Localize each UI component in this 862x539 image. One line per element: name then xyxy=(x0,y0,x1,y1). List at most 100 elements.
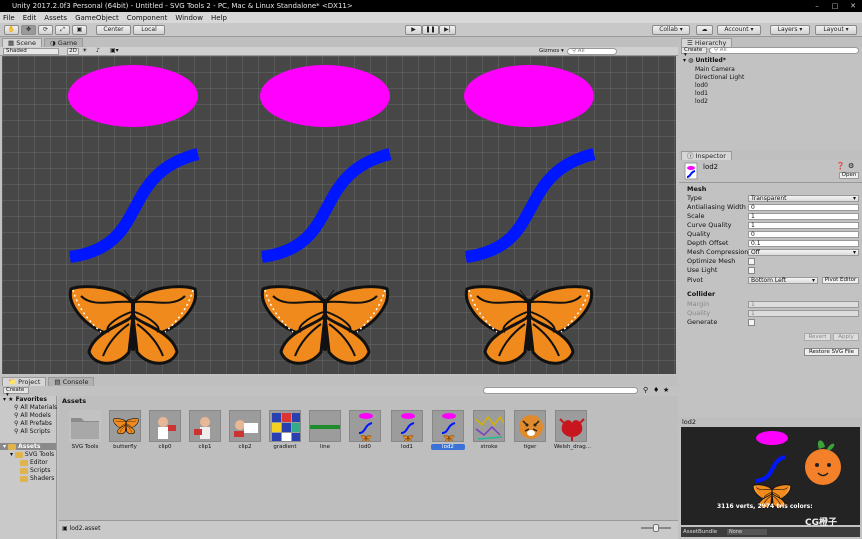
mesh-compression-dropdown[interactable]: Off ▾ xyxy=(748,249,859,256)
project-search-input[interactable] xyxy=(483,387,638,394)
favorite-item[interactable]: ⚲ All Scripts xyxy=(14,428,50,435)
effects-toggle-icon[interactable]: ▣▾ xyxy=(110,48,124,55)
curve-lod0[interactable] xyxy=(69,148,200,263)
cloud-icon[interactable]: ☁ xyxy=(696,25,713,35)
butterfly-lod1[interactable] xyxy=(260,285,390,365)
asset-item[interactable]: gradient xyxy=(268,410,302,450)
quality-field[interactable]: 0 xyxy=(748,231,859,238)
tab-scene[interactable]: ▦ Scene xyxy=(2,38,43,47)
minimize-icon[interactable]: – xyxy=(808,0,826,12)
curve-quality-field[interactable]: 1 xyxy=(748,222,859,229)
asset-item[interactable]: butterfly xyxy=(108,410,142,450)
scale-tool-icon[interactable]: ⤢ xyxy=(55,25,70,35)
hierarchy-item[interactable]: Directional Light xyxy=(695,74,744,81)
assets-root-node[interactable]: ▾ Assets xyxy=(0,443,56,450)
filter-label-icon[interactable]: ♦ xyxy=(653,386,659,394)
scene-viewport[interactable] xyxy=(2,56,676,374)
asset-item[interactable]: stroke xyxy=(472,410,506,450)
shading-dropdown[interactable]: Shaded xyxy=(3,48,59,55)
hierarchy-search-input[interactable]: ⚲ All xyxy=(709,47,859,54)
asset-item[interactable]: tiger xyxy=(513,410,547,450)
asset-item[interactable]: clip0 xyxy=(148,410,182,450)
menu-assets[interactable]: Assets xyxy=(44,14,67,22)
menu-edit[interactable]: Edit xyxy=(23,14,37,22)
lighting-toggle-icon[interactable]: ☀ xyxy=(82,48,94,55)
thumbnail-size-slider[interactable] xyxy=(641,524,671,532)
ellipse-lod0[interactable] xyxy=(68,65,198,127)
tab-console[interactable]: ▤ Console xyxy=(48,377,95,386)
depth-offset-field[interactable]: 0.1 xyxy=(748,240,859,247)
maximize-icon[interactable]: □ xyxy=(826,0,844,12)
antialiasing-field[interactable]: 0 xyxy=(748,204,859,211)
tab-project[interactable]: 📁 Project xyxy=(2,377,47,386)
favorites-node[interactable]: ▾ ★ Favorites xyxy=(3,396,47,403)
asset-item[interactable]: line xyxy=(308,410,342,450)
menu-help[interactable]: Help xyxy=(211,14,227,22)
pivot-editor-button[interactable]: Pivot Editor xyxy=(822,277,859,284)
butterfly-lod2[interactable] xyxy=(464,285,594,365)
hierarchy-item[interactable]: lod2 xyxy=(695,98,708,105)
type-dropdown[interactable]: Transparent ▾ xyxy=(748,195,859,202)
tree-folder[interactable]: Editor xyxy=(20,459,48,466)
pause-button[interactable]: ❚❚ xyxy=(422,25,439,35)
layout-button[interactable]: Layout ▾ xyxy=(815,25,857,35)
revert-button[interactable]: Revert xyxy=(804,333,831,341)
pivot-local-button[interactable]: Local xyxy=(133,25,165,35)
menu-file[interactable]: File xyxy=(3,14,15,22)
project-create-button[interactable]: Create ▾ xyxy=(3,387,29,398)
asset-item[interactable]: lod0 xyxy=(348,410,382,450)
menu-component[interactable]: Component xyxy=(127,14,168,22)
settings-icon[interactable]: ⚙ xyxy=(848,162,854,170)
asset-item-selected[interactable]: lod2 xyxy=(431,410,465,450)
ellipse-lod1[interactable] xyxy=(260,65,390,127)
hierarchy-item[interactable]: Main Camera xyxy=(695,66,735,73)
asset-item[interactable]: Welsh_drag... xyxy=(554,410,591,450)
tree-folder[interactable]: ▾ SVG Tools xyxy=(10,451,54,458)
hand-tool-icon[interactable]: ✋ xyxy=(4,25,19,35)
generate-checkbox[interactable] xyxy=(748,319,755,326)
tab-hierarchy[interactable]: ☰ Hierarchy xyxy=(681,38,733,47)
tab-inspector[interactable]: ⓘ Inspector xyxy=(681,151,732,160)
step-button[interactable]: ▶| xyxy=(439,25,456,35)
collab-button[interactable]: Collab ▾ xyxy=(652,25,690,35)
pivot-center-button[interactable]: Center xyxy=(96,25,131,35)
apply-button[interactable]: Apply xyxy=(833,333,859,341)
audio-toggle-icon[interactable]: ♪ xyxy=(96,48,108,55)
tree-folder[interactable]: Scripts xyxy=(20,467,51,474)
butterfly-lod0[interactable] xyxy=(68,285,198,365)
favorite-item[interactable]: ⚲ All Models xyxy=(14,412,51,419)
favorite-item[interactable]: ⚲ All Materials xyxy=(14,404,57,411)
asset-item[interactable]: clip2 xyxy=(228,410,262,450)
account-button[interactable]: Account ▾ xyxy=(717,25,761,35)
star-icon[interactable]: ★ xyxy=(663,386,669,394)
asset-bundle-dropdown[interactable]: None xyxy=(727,529,767,535)
filter-type-icon[interactable]: ⚲ xyxy=(643,386,648,394)
asset-item[interactable]: clip1 xyxy=(188,410,222,450)
hierarchy-create-button[interactable]: Create ▾ xyxy=(681,47,707,58)
scene-search-input[interactable]: ⚲ All xyxy=(567,48,617,55)
favorite-item[interactable]: ⚲ All Prefabs xyxy=(14,420,52,427)
close-icon[interactable]: ✕ xyxy=(844,0,862,12)
open-button[interactable]: Open xyxy=(839,172,859,179)
move-tool-icon[interactable]: ✥ xyxy=(21,25,36,35)
preview-viewport[interactable]: 3116 verts, 2974 tris colors: CG橙子 xyxy=(681,427,860,528)
rect-tool-icon[interactable]: ▣ xyxy=(72,25,87,35)
layers-button[interactable]: Layers ▾ xyxy=(770,25,810,35)
play-button[interactable]: ▶ xyxy=(405,25,422,35)
tab-game[interactable]: ◑ Game xyxy=(44,38,84,47)
tree-folder[interactable]: Shaders xyxy=(20,475,54,482)
help-icon[interactable]: ❓ xyxy=(836,162,845,170)
menu-gameobject[interactable]: GameObject xyxy=(75,14,119,22)
ellipse-lod2[interactable] xyxy=(464,65,594,127)
pivot-dropdown[interactable]: Bottom Left ▾ xyxy=(748,277,818,284)
curve-lod1[interactable] xyxy=(261,148,392,263)
scale-field[interactable]: 1 xyxy=(748,213,859,220)
scene-root[interactable]: ▾ ◍ Untitled* xyxy=(683,57,726,64)
use-light-checkbox[interactable] xyxy=(748,267,755,274)
asset-item[interactable]: lod1 xyxy=(390,410,424,450)
rotate-tool-icon[interactable]: ⟳ xyxy=(38,25,53,35)
hierarchy-item[interactable]: lod0 xyxy=(695,82,708,89)
restore-svg-button[interactable]: Restore SVG File xyxy=(804,348,859,356)
menu-window[interactable]: Window xyxy=(175,14,203,22)
asset-item[interactable]: SVG Tools xyxy=(68,410,102,450)
